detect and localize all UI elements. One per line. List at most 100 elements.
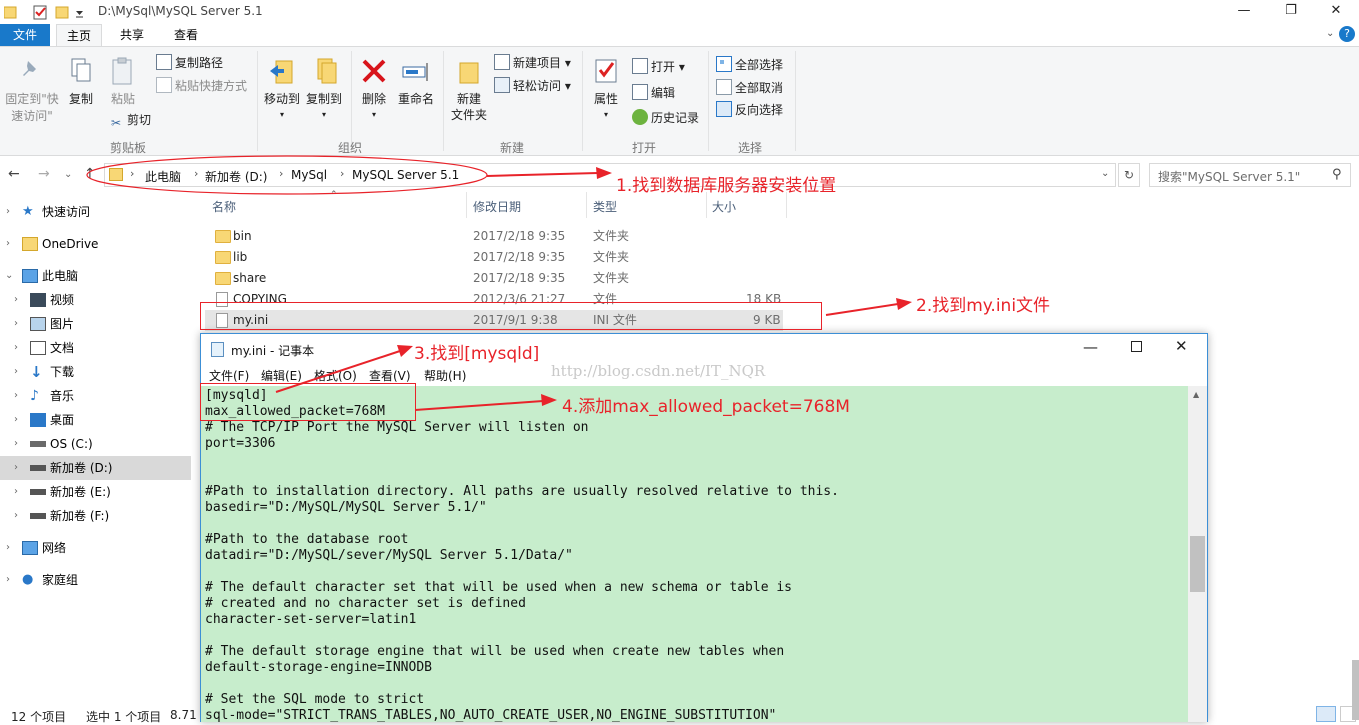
move-to-button[interactable]: 移动到 ▾: [262, 57, 302, 123]
mysqld-highlight-box: [200, 383, 416, 421]
properties-button[interactable]: 属性 ▾: [588, 57, 624, 123]
pin-quick-access-button[interactable]: 固定到"快 速访问": [2, 57, 62, 125]
back-arrow-icon[interactable]: ←: [8, 166, 20, 182]
annotation-step-4: 4.添加max_allowed_packet=768M: [562, 397, 850, 417]
navigation-pane: › ★ 快速访问 › OneDrive ⌄ 此电脑 › 视频 › 图片 › 文档 › ↓ 下载 ›…: [0, 192, 191, 700]
tab-file[interactable]: 文件: [0, 24, 50, 46]
file-row-share[interactable]: share 2017/2/18 9:35 文件夹: [205, 268, 783, 289]
nav-item-documents[interactable]: › 文档: [0, 336, 191, 360]
ribbon-collapse-icon[interactable]: ⌄: [1326, 28, 1334, 39]
address-box[interactable]: › 此电脑 › 新加卷 (D:) › MySql › MySQL Server …: [104, 163, 1116, 187]
nav-item-downloads[interactable]: › ↓ 下载: [0, 360, 191, 384]
nav-item-desktop[interactable]: › 桌面: [0, 408, 191, 432]
document-icon: [30, 341, 46, 355]
menu-file[interactable]: 文件(F): [209, 367, 249, 384]
tab-home[interactable]: 主页: [56, 24, 102, 46]
invert-selection-button[interactable]: 反向选择: [716, 100, 783, 120]
edit-button[interactable]: 编辑: [632, 83, 675, 103]
nav-item-pictures[interactable]: › 图片: [0, 312, 191, 336]
file-row-lib[interactable]: lib 2017/2/18 9:35 文件夹: [205, 247, 783, 268]
breadcrumb-this-pc[interactable]: 此电脑: [145, 168, 181, 185]
move-to-icon: [270, 60, 293, 84]
copy-button[interactable]: 复制: [62, 57, 100, 107]
breadcrumb-mysql[interactable]: MySql: [291, 168, 327, 182]
tab-share[interactable]: 共享: [110, 24, 154, 46]
nav-item-homegroup[interactable]: › ● 家庭组: [0, 568, 191, 592]
group-label-select: 选择: [737, 141, 762, 155]
nav-item-onedrive[interactable]: › OneDrive: [0, 232, 191, 256]
file-row-bin[interactable]: bin 2017/2/18 9:35 文件夹: [205, 226, 783, 247]
maximize-button[interactable]: ❐: [1268, 0, 1314, 24]
notepad-vertical-scrollbar[interactable]: ▲: [1188, 386, 1207, 722]
open-button[interactable]: 打开 ▾: [632, 57, 685, 77]
search-icon[interactable]: ⚲: [1332, 167, 1342, 182]
breadcrumb-drive-d[interactable]: 新加卷 (D:): [205, 168, 267, 185]
tab-view[interactable]: 查看: [164, 24, 208, 46]
group-divider: [351, 51, 352, 151]
music-icon: ♪: [30, 388, 39, 404]
up-arrow-icon[interactable]: ↑: [84, 166, 96, 182]
nav-item-music[interactable]: › ♪ 音乐: [0, 384, 191, 408]
paste-button[interactable]: 粘贴: [104, 57, 142, 107]
notepad-close-button[interactable]: ✕: [1175, 337, 1188, 355]
close-button[interactable]: ✕: [1313, 0, 1359, 24]
copy-icon: [71, 58, 91, 82]
new-item-button[interactable]: 新建项目 ▾: [494, 53, 571, 73]
breadcrumb-mysql-server[interactable]: MySQL Server 5.1: [352, 168, 459, 182]
select-none-button[interactable]: 全部取消: [716, 78, 783, 98]
rename-button[interactable]: 重命名: [396, 57, 436, 107]
scrollbar-thumb[interactable]: [1190, 536, 1205, 592]
title-bar: D:\MySql\MySQL Server 5.1 — ❐ ✕: [0, 0, 1359, 24]
easy-access-button[interactable]: 轻松访问 ▾: [494, 76, 571, 96]
column-header-type[interactable]: 类型: [593, 198, 617, 215]
menu-view[interactable]: 查看(V): [369, 367, 411, 384]
group-divider: [582, 51, 583, 151]
forward-arrow-icon[interactable]: →: [38, 166, 50, 182]
network-icon: [22, 541, 38, 555]
address-dropdown-icon[interactable]: ⌄: [1101, 168, 1109, 179]
minimize-button[interactable]: —: [1221, 0, 1267, 24]
folder-icon: [215, 272, 231, 285]
select-all-button[interactable]: 全部选择: [716, 55, 783, 75]
download-icon: ↓: [30, 363, 43, 381]
nav-item-drive-d[interactable]: › 新加卷 (D:): [0, 456, 191, 480]
menu-edit[interactable]: 编辑(E): [261, 367, 302, 384]
copy-path-button[interactable]: 复制路径: [156, 53, 223, 73]
explorer-scrollbar[interactable]: [1352, 660, 1359, 720]
column-header-date[interactable]: 修改日期: [473, 198, 521, 215]
nav-item-videos[interactable]: › 视频: [0, 288, 191, 312]
delete-button[interactable]: 删除 ▾: [356, 57, 392, 123]
details-view-icon[interactable]: [1316, 706, 1336, 722]
history-button[interactable]: 历史记录: [632, 108, 699, 128]
copy-to-button[interactable]: 复制到 ▾: [304, 57, 344, 123]
group-label-open: 打开: [631, 141, 656, 155]
nav-item-drive-e[interactable]: › 新加卷 (E:): [0, 480, 191, 504]
help-icon[interactable]: ?: [1339, 26, 1355, 42]
nav-item-drive-c[interactable]: › OS (C:): [0, 432, 191, 456]
recent-locations-icon[interactable]: ⌄: [64, 169, 72, 180]
watermark: http://blog.csdn.net/IT_NQR: [551, 362, 766, 380]
notepad-maximize-button[interactable]: [1131, 341, 1142, 352]
new-folder-button[interactable]: 新建 文件夹: [448, 57, 490, 123]
scroll-up-icon[interactable]: ▲: [1193, 390, 1199, 399]
computer-icon: [22, 269, 38, 283]
column-header-size[interactable]: 大小: [712, 198, 736, 215]
cut-button[interactable]: ✂ 剪切: [108, 110, 151, 130]
paste-shortcut-button[interactable]: 粘贴快捷方式: [156, 76, 247, 96]
folder-icon: [215, 230, 231, 243]
menu-help[interactable]: 帮助(H): [424, 367, 466, 384]
quick-access-toolbar[interactable]: [4, 5, 92, 21]
notepad-minimize-button[interactable]: —: [1083, 338, 1098, 356]
column-divider[interactable]: [586, 192, 587, 218]
column-header-name[interactable]: 名称: [212, 198, 236, 215]
nav-item-this-pc[interactable]: ⌄ 此电脑: [0, 264, 191, 288]
notepad-text-area[interactable]: [mysqld] max_allowed_packet=768M # The T…: [201, 386, 1188, 722]
nav-item-drive-f[interactable]: › 新加卷 (F:): [0, 504, 191, 528]
column-divider[interactable]: [466, 192, 467, 218]
nav-item-quick-access[interactable]: › ★ 快速访问: [0, 200, 191, 224]
nav-item-network[interactable]: › 网络: [0, 536, 191, 560]
menu-format[interactable]: 格式(O): [314, 367, 357, 384]
search-input[interactable]: 搜索"MySQL Server 5.1" ⚲: [1149, 163, 1351, 187]
annotation-step-1: 1.找到数据库服务器安装位置: [616, 176, 837, 196]
refresh-icon[interactable]: ↻: [1118, 163, 1140, 187]
